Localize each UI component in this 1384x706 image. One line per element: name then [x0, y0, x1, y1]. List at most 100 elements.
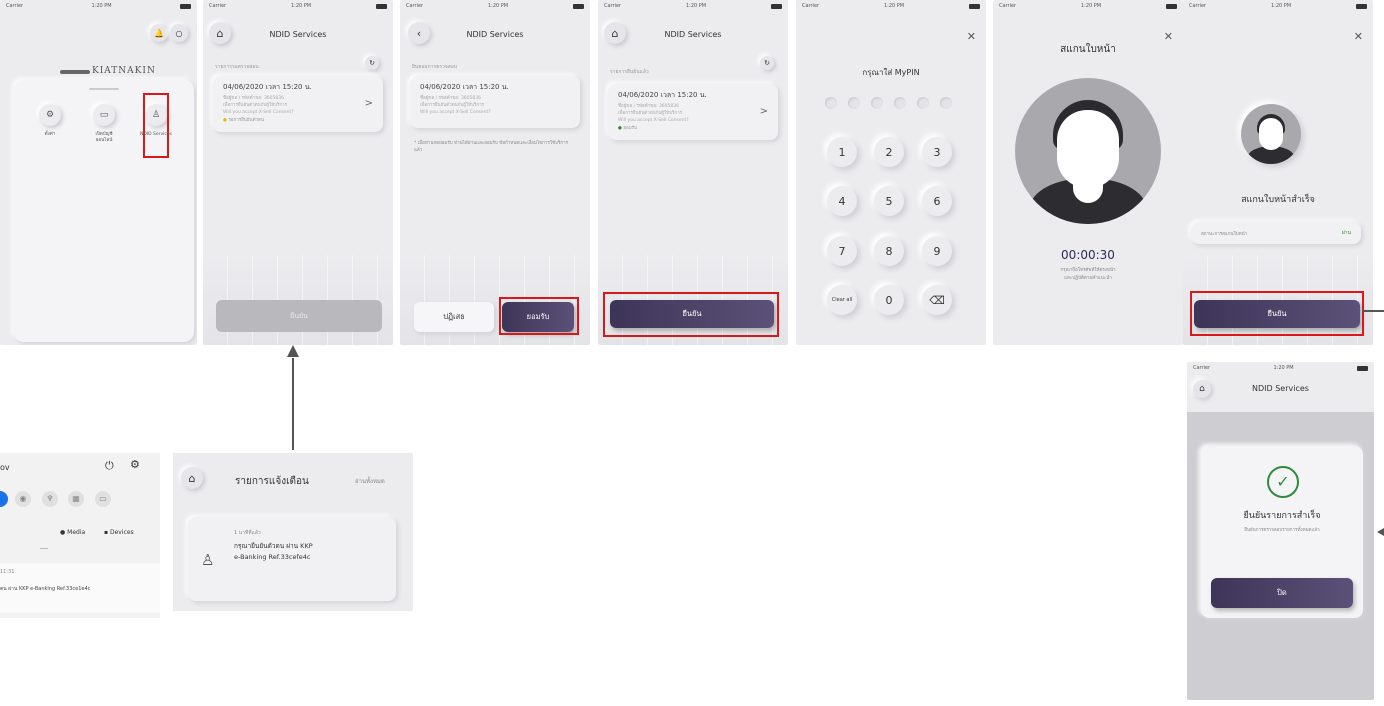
key-4[interactable]: 4 — [827, 186, 857, 216]
read-all-link[interactable]: อ่านทั้งหมด — [355, 476, 385, 486]
media-button[interactable]: ● Media — [60, 529, 85, 536]
battery-icon — [179, 3, 191, 9]
notification-card[interactable]: ♙ 1 นาทีที่แล้ว กรุณายืนยันตัวตน ผ่าน KK… — [188, 517, 396, 601]
notification-item[interactable]: 11:31 ตน ผ่าน KKP e-Banking Ref.33ce1e4c — [0, 563, 160, 613]
request-line: ชื่อผู้ขอ / รหัสคำขอ: 3605836 — [223, 96, 284, 101]
face-frame — [1015, 78, 1161, 224]
flow-arrow-left-head — [1377, 528, 1384, 536]
request-date: 04/06/2020 เวลา 15:20 น. — [420, 83, 509, 91]
screen-ndid-done: Carrier 1:20 PM ⌂ NDID Services รายการยืน… — [598, 0, 788, 345]
request-line: เพื่อการยืนยันตัวตนกับผู้ให้บริการ — [223, 103, 288, 108]
confirm-button[interactable]: ยืนยัน — [610, 300, 774, 328]
menu-sheet: ⚙ ตั้งค่า ▭ เปิดบัญชี ออนไลน์ ♙ NDID Ser… — [14, 80, 194, 342]
status-bar: Carrier 1:20 PM — [400, 0, 590, 12]
pin-dot — [917, 97, 929, 109]
flashlight-icon[interactable]: ♆ — [42, 491, 58, 507]
avatar-frame — [1241, 104, 1301, 164]
scan-success-title: สแกนใบหน้าสำเร็จ — [1241, 195, 1315, 205]
request-card[interactable]: 04/06/2020 เวลา 15:20 น. ชื่อผู้ขอ / รหั… — [213, 76, 383, 132]
scan-hint: และปฏิบัติตามคำแนะนำ — [1064, 276, 1112, 281]
key-6[interactable]: 6 — [922, 186, 952, 216]
success-subtitle: ยืนยันการตรวจสอบรายการทั้งหมดแล้ว — [1244, 528, 1320, 533]
request-line: ชื่อผู้ขอ / รหัสคำขอ: 3605836 — [618, 104, 679, 109]
reject-button[interactable]: ปฏิเสธ — [414, 302, 494, 332]
power-icon[interactable]: ○ — [170, 24, 188, 42]
pin-dot — [825, 97, 837, 109]
backspace-icon[interactable]: ⌫ — [922, 285, 952, 315]
request-line: Will you accept X-Sell Consent? — [223, 110, 294, 115]
battery-icon — [770, 3, 782, 9]
refresh-icon[interactable]: ↻ — [760, 56, 774, 70]
status-bar: Carrier 1:20 PM — [0, 0, 197, 12]
scan-status-label: สถานะการสแกนใบหน้า — [1201, 231, 1248, 237]
success-dialog: ✓ ยืนยันรายการสำเร็จ ยืนยันการตรวจสอบราย… — [1201, 446, 1363, 618]
notification-message: กรุณายืนยันตัวตน ผ่าน KKP — [234, 542, 313, 550]
ndid-services-icon[interactable]: ♙ — [145, 104, 167, 126]
section-label: รายการรอตรวจสอบ — [215, 64, 259, 70]
key-8[interactable]: 8 — [874, 236, 904, 266]
avatar-face — [1057, 110, 1119, 188]
settings-icon[interactable]: ⚙ — [39, 104, 61, 126]
close-icon[interactable]: ✕ — [967, 30, 976, 43]
shade-header: ov — [0, 463, 10, 472]
carrier-label: Carrier — [6, 3, 24, 9]
request-card[interactable]: 04/06/2020 เวลา 15:20 น. ชื่อผู้ขอ / รหั… — [608, 84, 778, 140]
gear-icon[interactable]: ⚙ — [130, 458, 140, 471]
qr-icon[interactable]: ▦ — [68, 491, 84, 507]
close-icon[interactable]: ✕ — [1354, 30, 1363, 43]
screen-face-scan: Carrier 1:20 PM ✕ สแกนใบหน้า 00:00:30 กรุ… — [993, 0, 1183, 345]
notification-time: 11:31 — [0, 569, 15, 575]
request-line: เพื่อการยืนยันตัวตนกับผู้ให้บริการ — [420, 103, 485, 108]
scan-status-value: ผ่าน — [1341, 230, 1351, 236]
sheet-handle — [89, 88, 119, 90]
close-button[interactable]: ปิด — [1211, 578, 1353, 608]
refresh-icon[interactable]: ↻ — [365, 56, 379, 70]
pin-title: กรุณาใส่ MyPIN — [862, 68, 920, 77]
chevron-right-icon: > — [759, 106, 768, 117]
battery-icon — [968, 3, 980, 9]
location-icon[interactable]: ◉ — [15, 491, 31, 507]
flow-arrow-right — [1362, 310, 1384, 312]
key-1[interactable]: 1 — [827, 137, 857, 167]
battery-icon — [572, 3, 584, 9]
cast-icon[interactable]: ▭ — [95, 491, 111, 507]
notification-bell-icon[interactable]: 🔔 — [150, 24, 168, 42]
key-9[interactable]: 9 — [922, 236, 952, 266]
quick-toggle-active[interactable] — [0, 491, 8, 507]
check-circle-icon: ✓ — [1267, 466, 1299, 498]
request-date: 04/06/2020 เวลา 15:20 น. — [223, 83, 312, 91]
pin-dot — [848, 97, 860, 109]
status-bar: Carrier 1:20 PM — [1187, 362, 1374, 374]
open-account-icon[interactable]: ▭ — [93, 104, 115, 126]
consent-note: * เมื่อท่านกดยอมรับ ท่านได้อ่านและยอมรับ… — [414, 141, 569, 153]
brand-logo-bar — [60, 70, 90, 74]
flow-arrow-up-head — [287, 345, 299, 357]
battery-icon — [1355, 3, 1367, 9]
key-3[interactable]: 3 — [922, 137, 952, 167]
battery-icon — [1165, 3, 1177, 9]
key-0[interactable]: 0 — [874, 285, 904, 315]
divider — [40, 548, 48, 549]
status-bar: Carrier 1:20 PM — [598, 0, 788, 12]
scan-timer: 00:00:30 — [1061, 248, 1115, 262]
key-2[interactable]: 2 — [874, 137, 904, 167]
menu-label-settings: ตั้งค่า — [44, 132, 56, 137]
screen-ndid-consent: Carrier 1:20 PM ‹ NDID Services ยินยอมการ… — [400, 0, 590, 345]
power-icon[interactable]: ⏻ — [105, 459, 114, 473]
confirm-button-disabled[interactable]: ยืนยัน — [216, 300, 382, 332]
confirm-button[interactable]: ยืนยัน — [1194, 300, 1360, 328]
status-waiting: ● รอการยืนยันตัวตน — [223, 118, 265, 123]
key-clear-all[interactable]: Clear all — [827, 285, 857, 315]
menu-label-ndid: NDID Services — [139, 132, 173, 137]
devices-button[interactable]: ▪ Devices — [104, 529, 134, 536]
key-5[interactable]: 5 — [874, 186, 904, 216]
accept-button[interactable]: ยอมรับ — [502, 302, 574, 332]
key-7[interactable]: 7 — [827, 236, 857, 266]
page-title: NDID Services — [466, 30, 524, 39]
status-dot-icon: ● — [618, 126, 622, 131]
home-icon[interactable]: ⌂ — [181, 467, 203, 489]
menu-label-open-account: เปิดบัญชี ออนไลน์ — [95, 132, 113, 143]
screen-home-menu: Carrier 1:20 PM 🔔 ○ KIATNAKIN ⚙ ตั้งค่า … — [0, 0, 197, 345]
scan-hint: กรุณาถือโทรศัพท์ให้ตรงหน้า — [1060, 268, 1116, 273]
pin-dot — [871, 97, 883, 109]
